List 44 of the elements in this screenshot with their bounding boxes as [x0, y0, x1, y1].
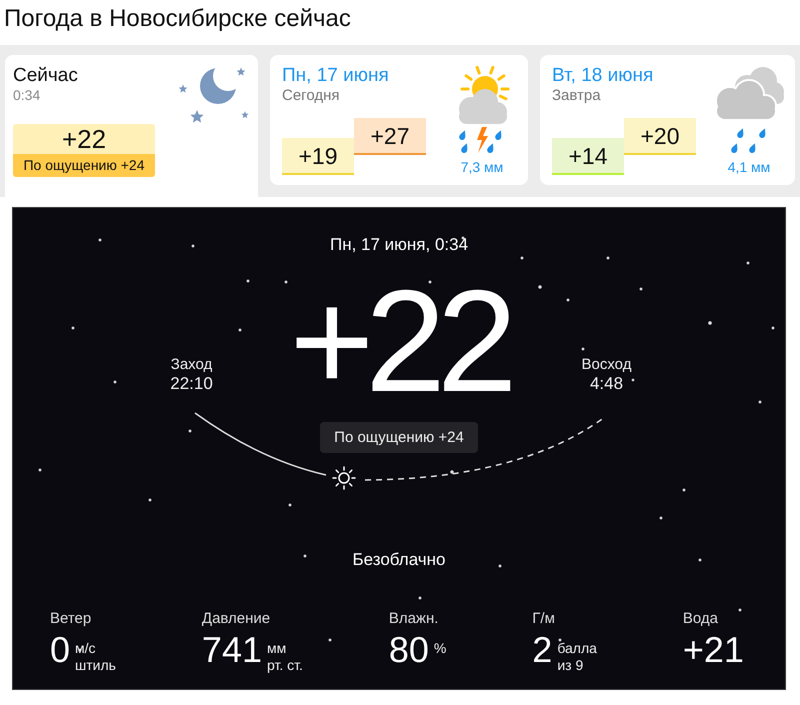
stat-value: 80 — [388, 631, 429, 669]
stat-unit: % — [434, 640, 446, 657]
weather-condition: Безоблачно — [352, 549, 446, 571]
card-title: Сейчас — [13, 65, 79, 87]
sunset-label: Заход — [170, 356, 212, 374]
stat-unit: рт. ст. — [267, 657, 303, 674]
current-datetime: Пн, 17 июня, 0:34 — [330, 234, 468, 256]
stat-value: 2 — [532, 631, 552, 669]
day-forecast-card[interactable]: Пн, 17 июня Сегодня +19 +27 7,3 мм — [270, 55, 528, 185]
day-date: Пн, 17 июня — [282, 65, 390, 87]
sunrise-time: 4:48 — [590, 374, 624, 394]
current-temperature: +22 — [290, 271, 508, 411]
current-time: 0:34 — [13, 87, 42, 103]
temperature-value: +22 — [13, 124, 155, 154]
temperature-value: +27 — [354, 118, 426, 155]
stat-label: Влажн. — [388, 610, 440, 628]
stat-unit: из 9 — [557, 657, 584, 674]
day-forecast-card[interactable]: Вт, 18 июня Завтра +14 +20 4,1 мм — [540, 55, 795, 185]
stat-unit: штиль — [75, 657, 116, 674]
temperature-value: +19 — [282, 138, 354, 175]
day-date: Вт, 18 июня — [552, 65, 654, 87]
stat-unit: м/с — [75, 640, 97, 657]
stat-unit: мм — [267, 640, 288, 657]
temperature-value: +20 — [624, 118, 696, 155]
stat-value: 741 — [202, 631, 262, 669]
stat-unit: балла — [557, 640, 597, 657]
moon-stars-icon — [177, 65, 250, 125]
day-label: Сегодня — [282, 87, 340, 105]
precipitation-amount: 4,1 мм — [728, 159, 770, 175]
feels-like-label: По ощущению +24 — [13, 154, 155, 177]
stat-label: Давление — [202, 610, 272, 628]
stat-label: Г/м — [532, 610, 556, 628]
stat-label: Вода — [682, 610, 719, 628]
sunrise-label: Восход — [582, 356, 632, 374]
day-label: Завтра — [552, 87, 602, 105]
stat-label: Ветер — [50, 610, 92, 628]
sunset-time: 22:10 — [170, 374, 213, 394]
stat-value: +21 — [682, 631, 744, 669]
feels-like-label: По ощущению +24 — [320, 422, 478, 453]
page-title: Погода в Новосибирске сейчас — [3, 4, 352, 34]
sun-icon — [332, 466, 356, 490]
precipitation-amount: 7,3 мм — [460, 159, 504, 175]
stat-value: 0 — [50, 631, 70, 669]
temperature-value: +14 — [552, 138, 624, 175]
